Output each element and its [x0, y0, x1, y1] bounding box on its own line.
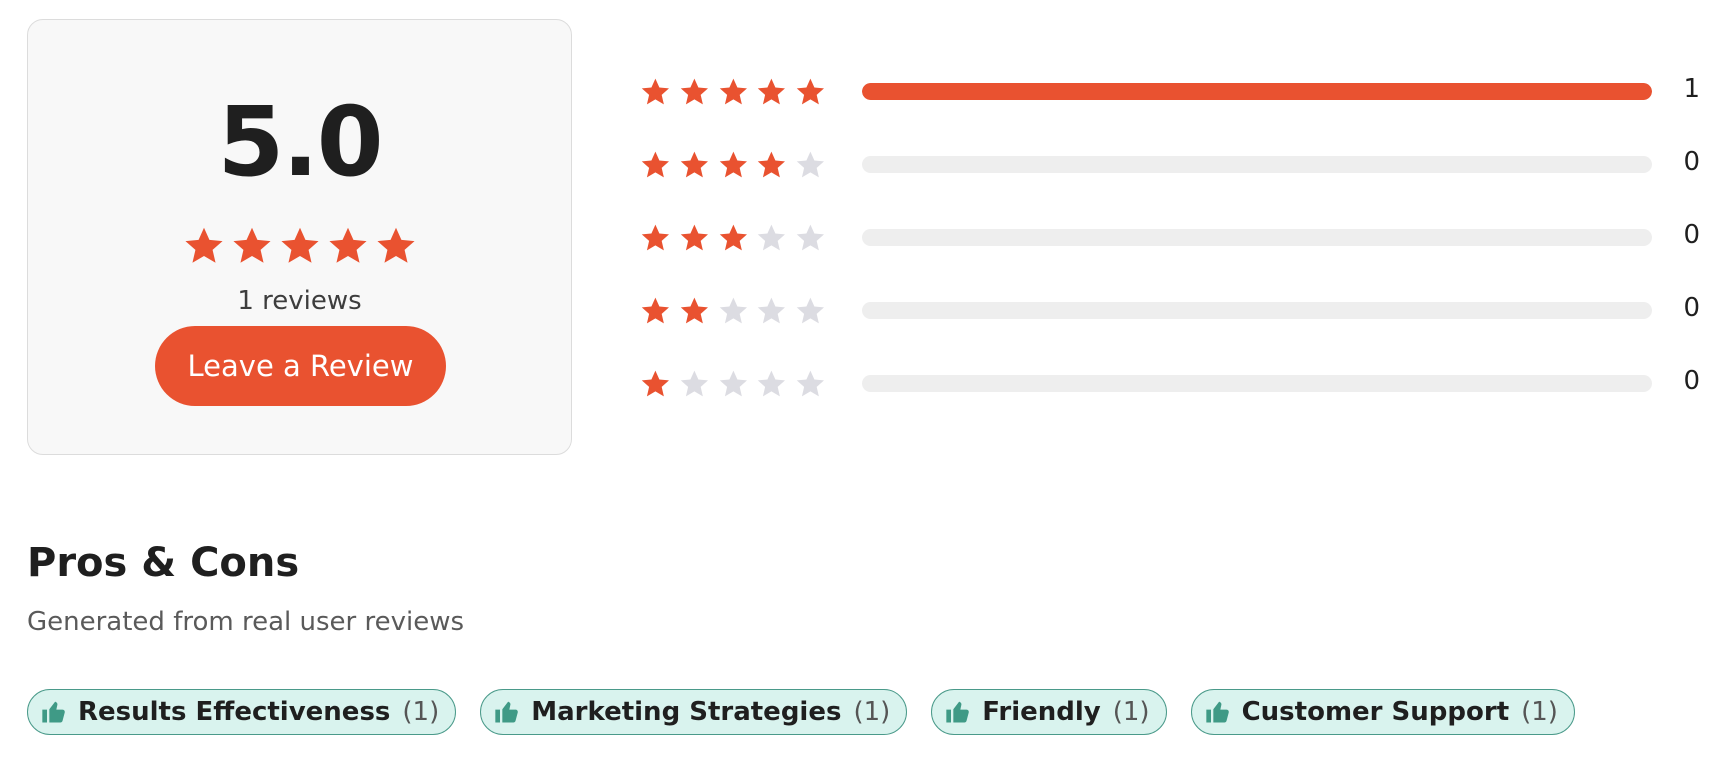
- star-filled-icon: [680, 151, 708, 178]
- star-filled-icon: [680, 224, 708, 251]
- distribution-row-1[interactable]: 0: [640, 362, 1700, 406]
- star-filled-icon: [680, 297, 708, 324]
- row-stars: [640, 149, 826, 181]
- star-filled-icon: [184, 227, 223, 263]
- star-empty-icon: [796, 224, 825, 251]
- distribution-bar-track: [862, 229, 1652, 246]
- rating-summary-card: 5.0 1 reviews Leave a Review: [27, 19, 572, 455]
- star-filled-icon: [719, 78, 747, 105]
- distribution-count: 0: [1683, 220, 1700, 250]
- distribution-count: 1: [1683, 74, 1700, 104]
- thumbs-up-icon: [944, 698, 972, 726]
- star-filled-icon: [641, 78, 670, 105]
- row-stars: [640, 76, 826, 108]
- star-filled-icon: [641, 224, 670, 251]
- star-filled-icon: [328, 227, 367, 263]
- star-filled-icon: [280, 227, 319, 263]
- row-stars: [640, 368, 826, 400]
- distribution-row-5[interactable]: 1: [640, 70, 1700, 114]
- pros-tag-list: Results Effectiveness (1) Marketing Stra…: [27, 689, 1575, 735]
- thumbs-up-icon: [493, 698, 521, 726]
- star-empty-icon: [796, 370, 825, 397]
- pro-tag[interactable]: Friendly (1): [931, 689, 1167, 735]
- average-score: 5.0: [217, 86, 383, 198]
- star-filled-icon: [376, 227, 415, 263]
- pro-tag[interactable]: Results Effectiveness (1): [27, 689, 457, 735]
- tag-label: Marketing Strategies: [531, 697, 842, 727]
- star-filled-icon: [680, 78, 708, 105]
- pros-cons-subtitle: Generated from real user reviews: [27, 607, 465, 637]
- star-filled-icon: [641, 370, 670, 397]
- star-empty-icon: [719, 370, 747, 397]
- tag-count: (1): [1112, 697, 1150, 727]
- star-filled-icon: [758, 151, 786, 178]
- distribution-row-3[interactable]: 0: [640, 216, 1700, 260]
- tag-count: (1): [402, 697, 440, 727]
- distribution-row-4[interactable]: 0: [640, 143, 1700, 187]
- tag-count: (1): [853, 697, 891, 727]
- star-empty-icon: [796, 151, 825, 178]
- star-empty-icon: [758, 224, 786, 251]
- summary-star-rating: [28, 225, 571, 267]
- tag-label: Friendly: [982, 697, 1101, 727]
- pros-cons-title: Pros & Cons: [27, 540, 300, 586]
- star-filled-icon: [719, 224, 747, 251]
- distribution-bar-track: [862, 375, 1652, 392]
- distribution-count: 0: [1683, 293, 1700, 323]
- distribution-bar-fill: [862, 83, 1652, 100]
- thumbs-up-icon: [40, 698, 68, 726]
- pro-tag[interactable]: Customer Support (1): [1190, 689, 1575, 735]
- star-filled-icon: [641, 297, 670, 324]
- row-stars: [640, 222, 826, 254]
- star-empty-icon: [758, 297, 786, 324]
- tag-label: Customer Support: [1241, 697, 1510, 727]
- star-empty-icon: [758, 370, 786, 397]
- review-count: 1 reviews: [237, 286, 362, 316]
- star-empty-icon: [719, 297, 747, 324]
- star-filled-icon: [719, 151, 747, 178]
- star-filled-icon: [758, 78, 786, 105]
- star-empty-icon: [680, 370, 708, 397]
- reviews-section: 5.0 1 reviews Leave a Review 1 0 0 0 0 P…: [0, 0, 1720, 776]
- thumbs-up-icon: [1204, 698, 1232, 726]
- tag-label: Results Effectiveness: [78, 697, 391, 727]
- row-stars: [640, 295, 826, 327]
- distribution-count: 0: [1683, 366, 1700, 396]
- distribution-bar-track: [862, 83, 1652, 100]
- star-filled-icon: [796, 78, 825, 105]
- pro-tag[interactable]: Marketing Strategies (1): [480, 689, 908, 735]
- star-filled-icon: [641, 151, 670, 178]
- distribution-bar-track: [862, 302, 1652, 319]
- tag-count: (1): [1521, 697, 1558, 727]
- distribution-row-2[interactable]: 0: [640, 289, 1700, 333]
- distribution-count: 0: [1683, 147, 1700, 177]
- star-filled-icon: [232, 227, 271, 263]
- leave-review-button[interactable]: Leave a Review: [155, 326, 446, 406]
- distribution-bar-track: [862, 156, 1652, 173]
- star-empty-icon: [796, 297, 825, 324]
